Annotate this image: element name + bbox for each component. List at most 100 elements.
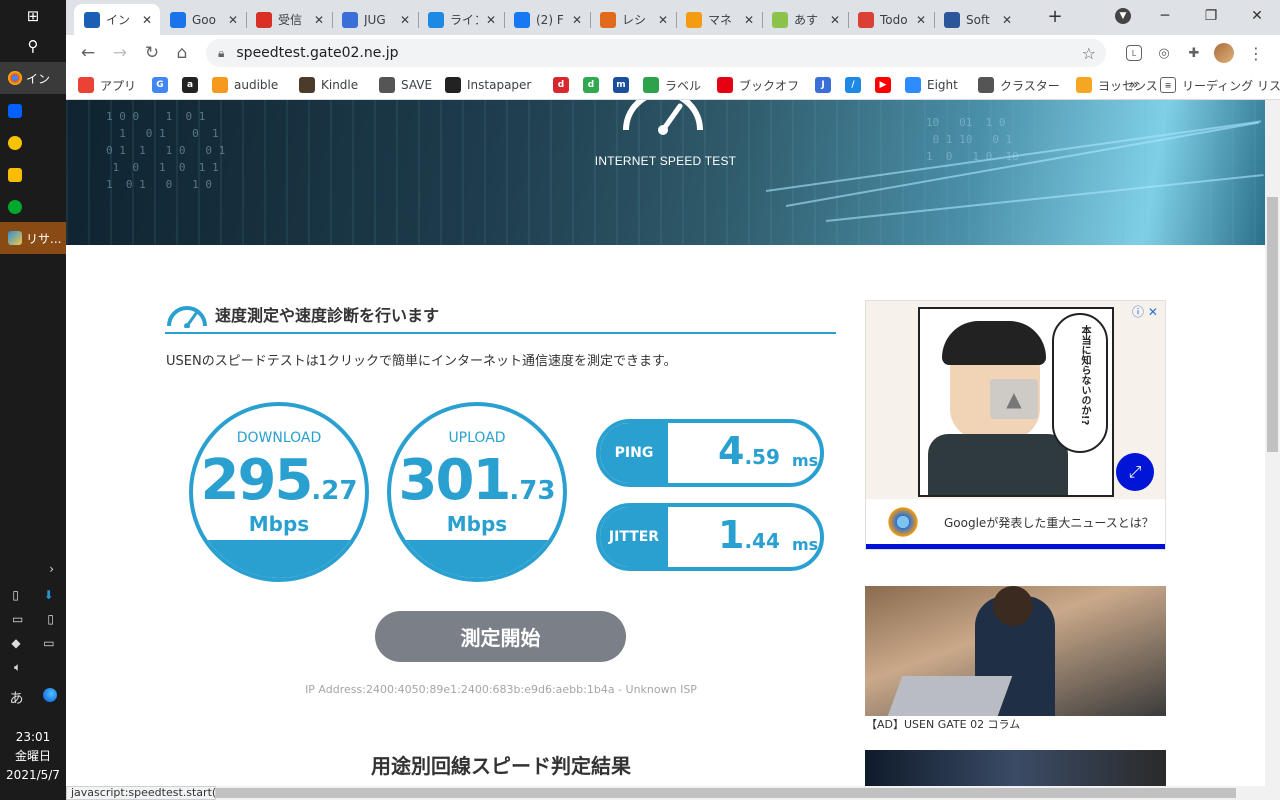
windows-start-icon[interactable]: ⊞ — [0, 0, 66, 32]
restore-button[interactable]: ❐ — [1188, 0, 1234, 32]
bookmark-10[interactable]: ラベル — [643, 76, 701, 94]
minimize-button[interactable]: ─ — [1142, 0, 1188, 32]
secondary-ad-image[interactable] — [865, 750, 1166, 786]
menu-kebab-icon[interactable]: ⋮ — [1246, 43, 1266, 63]
tab-8[interactable]: あす ✕ — [762, 4, 848, 35]
reading-list-label: リーディング リスト — [1182, 78, 1280, 93]
column-ad-caption[interactable]: 【AD】USEN GATE 02 コラム — [866, 716, 1020, 732]
bookmark-17[interactable]: ヨッセンス — [1076, 76, 1158, 94]
profile-avatar[interactable] — [1214, 43, 1234, 63]
reload-button[interactable]: ↻ — [138, 39, 166, 67]
extension-circle-icon[interactable]: ◎ — [1154, 43, 1174, 63]
bookmark-4[interactable]: Kindle — [299, 76, 358, 94]
tab-4[interactable]: ライン ✕ — [418, 4, 504, 35]
start-test-button[interactable]: 測定開始 — [375, 611, 626, 662]
scrollbar-thumb[interactable] — [216, 788, 1236, 798]
close-tab-icon[interactable]: ✕ — [658, 13, 668, 27]
phone-link-icon[interactable]: ▯ — [12, 588, 19, 602]
edge-icon[interactable] — [42, 688, 57, 702]
bookmark-icon: a — [182, 77, 198, 93]
tab-label: Soft — [966, 12, 990, 27]
bookmark-15[interactable]: Eight — [905, 76, 958, 94]
horizontal-scrollbar[interactable] — [216, 786, 1265, 800]
tray-row-3: ◆ ▭ — [0, 636, 66, 650]
ad-banner[interactable]: 本当に知らないのか!? ▲ ⓘ ✕ ⤢ Googleが発表した重大ニュースとは？ — [865, 300, 1166, 550]
taskbar-app-evernote[interactable] — [0, 191, 66, 223]
tray-expand-icon[interactable]: › — [0, 562, 66, 576]
home-button[interactable]: ⌂ — [168, 39, 196, 67]
bookmark-11[interactable]: ブックオフ — [717, 76, 799, 94]
bookmark-9[interactable]: m — [613, 76, 635, 94]
evernote-icon — [8, 200, 22, 214]
expand-icon[interactable]: ⤢ — [1116, 453, 1154, 491]
tab-favicon-icon — [514, 11, 530, 28]
ime-indicator[interactable]: あ — [10, 688, 24, 708]
bookmark-2[interactable]: a — [182, 76, 204, 94]
tab-favicon-icon — [84, 11, 100, 28]
close-tab-icon[interactable]: ✕ — [314, 13, 324, 27]
system-clock[interactable]: 23:01 金曜日 2021/5/7 — [0, 728, 66, 785]
tab-9[interactable]: Todo ✕ — [848, 4, 934, 35]
close-window-button[interactable]: ✕ — [1234, 0, 1280, 32]
vertical-scrollbar[interactable] — [1265, 100, 1280, 800]
line-extension-icon[interactable]: L — [1126, 45, 1142, 61]
close-tab-icon[interactable]: ✕ — [572, 13, 582, 27]
usb-icon[interactable]: ▯ — [47, 612, 54, 626]
bookmark-13[interactable]: / — [845, 76, 867, 94]
bookmark-14[interactable]: ▶ — [875, 76, 897, 94]
tab-1[interactable]: Goo ✕ — [160, 4, 246, 35]
taskbar-app-risa[interactable]: リサ... — [0, 222, 66, 254]
bookmark-16[interactable]: クラスター — [978, 76, 1060, 94]
search-icon[interactable]: ⚲ — [0, 30, 66, 62]
close-tab-icon[interactable]: ✕ — [228, 13, 238, 27]
tab-10[interactable]: Soft ✕ — [934, 4, 1020, 35]
bookmark-12[interactable]: J — [815, 76, 837, 94]
upload-gauge: UPLOAD 301.73 Mbps — [387, 402, 567, 582]
bookmark-7[interactable]: d — [553, 76, 575, 94]
tab-search-button[interactable]: ▼ — [1100, 0, 1146, 32]
tab-0[interactable]: イン ✕ — [74, 4, 160, 35]
column-ad-image[interactable] — [865, 586, 1166, 716]
battery-icon[interactable]: ▭ — [12, 612, 23, 626]
bookmark-5[interactable]: SAVE — [379, 76, 432, 94]
tab-5[interactable]: (2) F ✕ — [504, 4, 590, 35]
bookmark-label: Instapaper — [467, 78, 532, 92]
hero-digits-left: 1 0 0 1 0 1 1 0 1 0 1 0 1 1 1 0 0 1 1 0 … — [106, 110, 226, 191]
close-tab-icon[interactable]: ✕ — [400, 13, 410, 27]
taskbar-app-chrome[interactable]: イン — [0, 62, 66, 94]
scrollbar-thumb[interactable] — [1267, 197, 1278, 452]
address-bar[interactable]: 🔒︎ speedtest.gate02.ne.jp ☆ — [206, 39, 1106, 67]
ad-footer[interactable]: Googleが発表した重大ニュースとは？ — [866, 499, 1165, 545]
bookmarks-overflow-button[interactable]: » — [1130, 76, 1139, 94]
taskbar-app-dropbox[interactable] — [0, 95, 66, 127]
close-tab-icon[interactable]: ✕ — [830, 13, 840, 27]
new-tab-button[interactable]: + — [1032, 0, 1078, 32]
network-icon[interactable]: ▭ — [43, 636, 54, 650]
download-icon[interactable]: ⬇ — [44, 588, 54, 602]
tab-7[interactable]: マネ ✕ — [676, 4, 762, 35]
reading-list-button[interactable]: ≡ リーディング リスト — [1160, 76, 1280, 94]
bookmark-0[interactable]: アプリ — [78, 76, 136, 94]
bookmark-8[interactable]: d — [583, 76, 605, 94]
lock-icon[interactable]: 🔒︎ — [218, 46, 224, 61]
ad-info-icon[interactable]: ⓘ ✕ — [1132, 303, 1158, 320]
close-tab-icon[interactable]: ✕ — [142, 13, 152, 27]
tab-2[interactable]: 受信 ✕ — [246, 4, 332, 35]
close-tab-icon[interactable]: ✕ — [744, 13, 754, 27]
bookmark-star-icon[interactable]: ☆ — [1082, 44, 1096, 63]
volume-icon[interactable]: 🔈︎ — [0, 660, 66, 675]
bookmark-6[interactable]: Instapaper — [445, 76, 531, 94]
close-tab-icon[interactable]: ✕ — [486, 13, 496, 27]
extensions-puzzle-icon[interactable]: ✚ — [1184, 43, 1204, 63]
close-tab-icon[interactable]: ✕ — [1002, 13, 1012, 27]
bookmark-3[interactable]: audible — [212, 76, 278, 94]
tab-3[interactable]: JUG ✕ — [332, 4, 418, 35]
back-button[interactable]: ← — [74, 39, 102, 67]
bookmark-1[interactable]: G — [152, 76, 174, 94]
taskbar-app-keep[interactable] — [0, 159, 66, 191]
dropbox-tray-icon[interactable]: ◆ — [11, 636, 20, 650]
taskbar-app-norton[interactable] — [0, 127, 66, 159]
tab-6[interactable]: レシ ✕ — [590, 4, 676, 35]
forward-button[interactable]: → — [106, 39, 134, 67]
close-tab-icon[interactable]: ✕ — [916, 13, 926, 27]
